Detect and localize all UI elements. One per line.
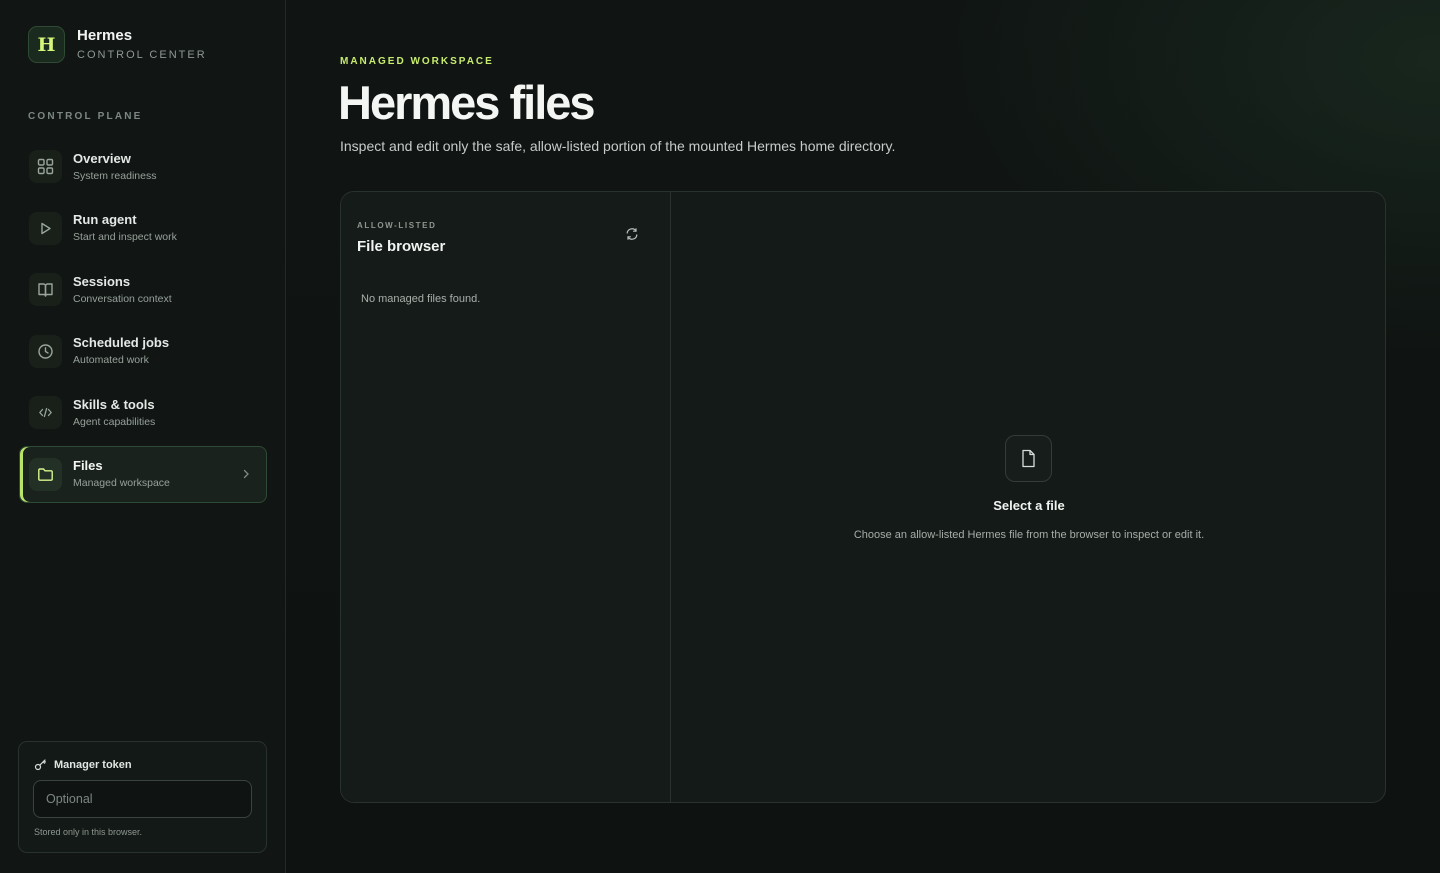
manager-token-title: Manager token <box>34 758 132 771</box>
code-icon <box>29 396 62 429</box>
page-description: Inspect and edit only the safe, allow-li… <box>340 138 896 154</box>
manager-token-card: Manager token Stored only in this browse… <box>18 741 267 853</box>
file-browser: ALLOW-LISTED File browser No managed fil… <box>341 192 671 802</box>
file-viewer: Select a file Choose an allow-listed Her… <box>671 192 1385 802</box>
file-browser-title: File browser <box>357 238 446 255</box>
sidebar: H Hermes CONTROL CENTER CONTROL PLANE Ov… <box>0 0 286 873</box>
sidebar-item-label: Scheduled jobs <box>73 335 170 350</box>
manager-token-input[interactable] <box>33 780 252 818</box>
brand-logo: H <box>28 26 65 63</box>
sidebar-item-files[interactable]: Files Managed workspace <box>19 445 267 503</box>
sidebar-item-scheduled-jobs[interactable]: Scheduled jobs Automated work <box>19 323 267 380</box>
sidebar-item-run-agent[interactable]: Run agent Start and inspect work <box>19 200 267 257</box>
sidebar-item-description: Agent capabilities <box>73 415 156 428</box>
sidebar-item-label: Sessions <box>73 273 131 289</box>
brand-subtitle: CONTROL CENTER <box>77 48 207 61</box>
sidebar-item-description: Start and inspect work <box>73 231 177 243</box>
file-icon <box>1005 435 1052 482</box>
select-file-title: Select a file <box>993 498 1065 513</box>
page-title: Hermes files <box>338 76 596 129</box>
empty-files-message: No managed files found. <box>361 293 481 305</box>
brand[interactable]: H Hermes CONTROL CENTER <box>28 26 207 63</box>
sidebar-nav: Overview System readiness Run agent Star… <box>19 138 267 507</box>
clock-icon <box>29 334 62 368</box>
sidebar-item-skills-tools[interactable]: Skills & tools Agent capabilities <box>19 384 267 441</box>
nav-section-label: CONTROL PLANE <box>28 111 143 122</box>
page-eyebrow: MANAGED WORKSPACE <box>340 56 494 67</box>
key-icon <box>34 759 46 771</box>
sidebar-item-sessions[interactable]: Sessions Conversation context <box>19 261 267 318</box>
sidebar-item-label: Skills & tools <box>73 396 155 412</box>
sidebar-item-description: Managed workspace <box>73 477 170 489</box>
chevron-right-icon <box>240 467 252 485</box>
select-file-description: Choose an allow-listed Hermes file from … <box>853 529 1205 541</box>
files-panel: ALLOW-LISTED File browser No managed fil… <box>340 191 1386 803</box>
manager-token-label: Manager token <box>54 758 132 771</box>
sidebar-item-description: Conversation context <box>73 292 172 305</box>
sidebar-item-label: Run agent <box>73 212 137 227</box>
book-icon <box>29 273 62 306</box>
file-browser-eyebrow: ALLOW-LISTED <box>357 221 437 230</box>
grid-icon <box>29 150 62 183</box>
folder-icon <box>29 457 62 491</box>
brand-name: Hermes <box>77 26 133 44</box>
refresh-button[interactable] <box>623 225 641 243</box>
refresh-icon <box>626 228 638 240</box>
manager-token-note: Stored only in this browser. <box>34 827 143 837</box>
sidebar-item-description: System readiness <box>73 169 157 182</box>
sidebar-item-label: Files <box>73 458 103 473</box>
sidebar-item-label: Overview <box>73 150 131 166</box>
sidebar-item-overview[interactable]: Overview System readiness <box>19 138 267 195</box>
play-icon <box>29 211 62 245</box>
sidebar-item-description: Automated work <box>73 354 149 366</box>
